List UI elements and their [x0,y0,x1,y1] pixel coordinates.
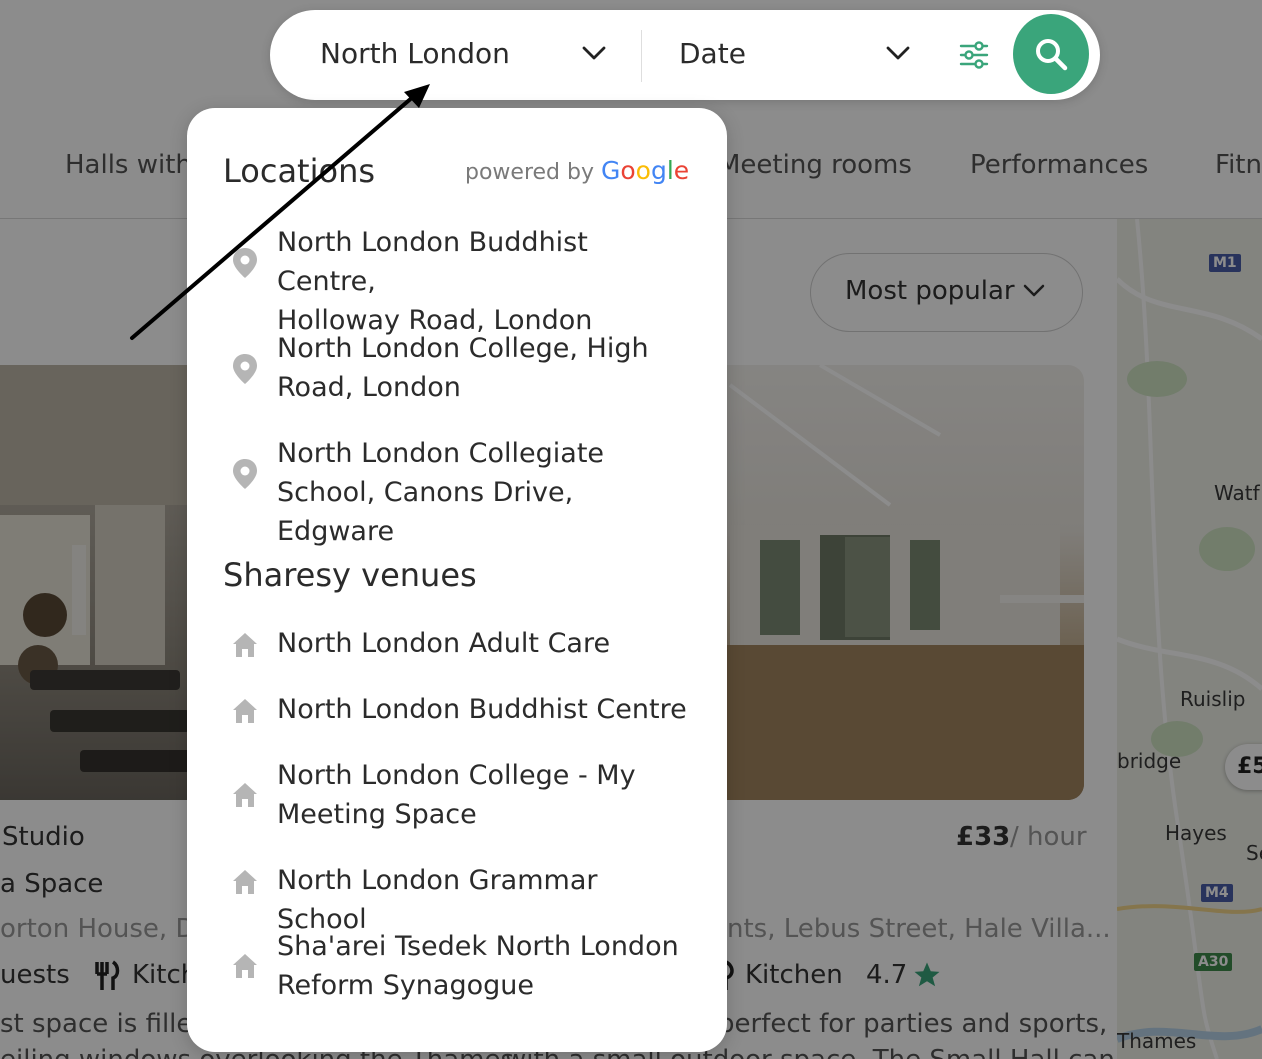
home-icon [233,870,257,894]
location-pin-icon [233,248,257,278]
venues-heading: Sharesy venues [223,556,477,594]
home-icon [233,954,257,978]
powered-by-label: powered by [465,160,594,185]
location-pin-icon [233,354,257,384]
location-suggestion[interactable]: North London Buddhist Centre, Holloway Ro… [187,223,727,336]
location-suggestion-text: North London Collegiate School, Canons Dr… [277,438,605,547]
chevron-down-icon[interactable] [886,46,910,62]
locations-heading: Locations [223,152,376,190]
search-icon [1036,39,1068,71]
search-bar: North London Date [270,10,1100,100]
venue-suggestion-text: North London Buddhist Centre [277,694,687,725]
date-selector[interactable]: Date [679,37,746,70]
search-button[interactable] [1013,14,1089,94]
home-icon [233,699,257,723]
chevron-down-icon[interactable] [582,46,606,62]
location-input[interactable]: North London [320,37,510,70]
location-suggestion-text: North London College, High Road, London [277,333,649,403]
venue-suggestion[interactable]: North London Adult Care [187,624,727,666]
venue-suggestion[interactable]: North London Grammar School [187,861,727,935]
google-logo: Google [601,156,690,185]
venue-suggestion[interactable]: North London College - My Meeting Space [187,756,727,836]
location-pin-icon [233,459,257,489]
location-suggestion-text: North London Buddhist Centre, Holloway Ro… [277,227,593,336]
powered-by-google: powered by Google [465,156,689,185]
home-icon [233,633,257,657]
venue-suggestion-text: Sha'arei Tsedek North London Reform Synag… [277,931,679,1001]
home-icon [233,783,257,807]
venue-suggestion-text: North London Adult Care [277,628,611,659]
filter-sliders-icon[interactable] [958,39,990,71]
venue-suggestion[interactable]: North London Buddhist Centre [187,690,727,732]
location-suggestion[interactable]: North London College, High Road, London [187,329,727,409]
page: Halls with Meeting rooms Performances Fi… [0,0,1262,1059]
search-divider [641,30,642,82]
location-suggestions-dropdown: Locations powered by Google North London… [187,108,727,1052]
venue-suggestion-text: North London College - My Meeting Space [277,760,636,830]
location-suggestion[interactable]: North London Collegiate School, Canons Dr… [187,434,727,547]
venue-suggestion[interactable]: Sha'arei Tsedek North London Reform Synag… [187,927,727,1007]
